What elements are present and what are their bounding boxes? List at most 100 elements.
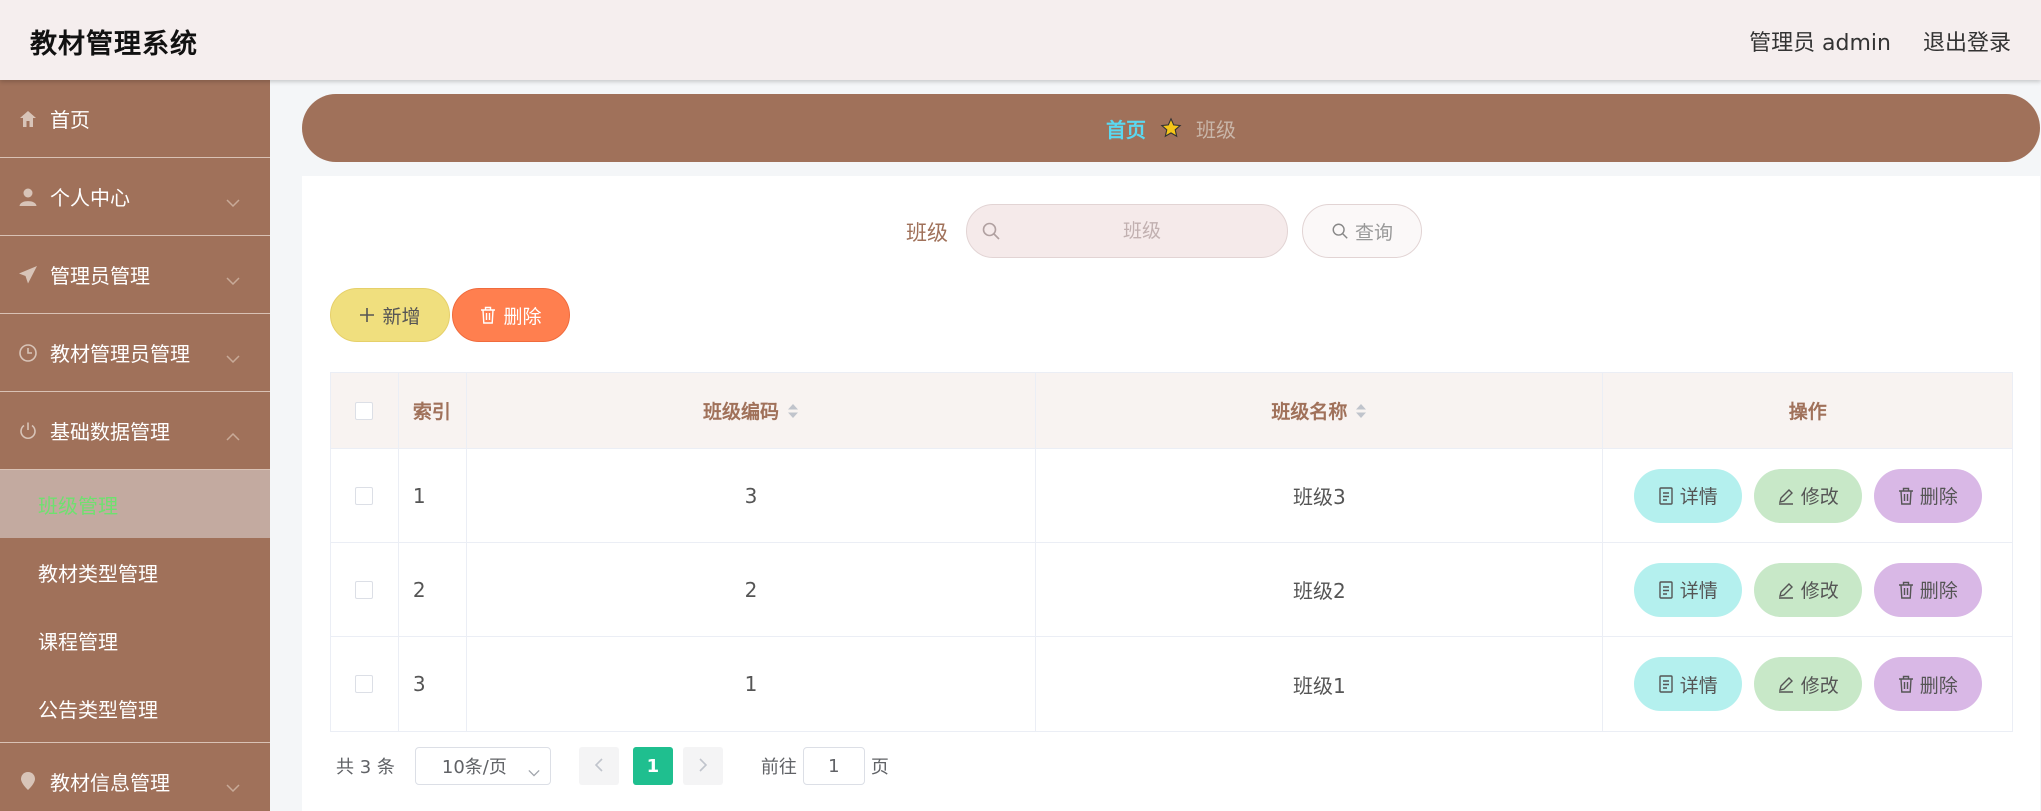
search-box: [966, 204, 1288, 258]
batch-delete-button[interactable]: 删除: [452, 288, 570, 342]
sidebar-item-label: 个人中心: [50, 186, 130, 210]
detail-button[interactable]: 详情: [1633, 468, 1742, 523]
sidebar-subitem-course[interactable]: 课程管理: [0, 606, 270, 674]
trash-icon: [1898, 581, 1914, 599]
add-button[interactable]: 新增: [330, 288, 450, 342]
chevron-down-icon: [226, 773, 240, 797]
row-name: 班级3: [1036, 449, 1604, 542]
edit-button-label: 修改: [1800, 486, 1839, 508]
select-all-checkbox[interactable]: [355, 401, 374, 420]
pagination: 共 3 条 10条/页 1 前往 页: [336, 746, 889, 786]
row-ops: 详情 修改 删除: [1603, 543, 2012, 636]
table-row: 3 1 班级1 详情 修改 删除: [331, 637, 2012, 731]
row-ops: 详情 修改 删除: [1603, 449, 2012, 542]
edit-button[interactable]: 修改: [1753, 468, 1862, 523]
sidebar-item-textbook-info[interactable]: 教材信息管理: [0, 742, 270, 811]
table-row: 1 3 班级3 详情 修改 删除: [331, 449, 2012, 543]
chevron-down-icon: [226, 266, 240, 290]
sidebar-subitem-textbook-type[interactable]: 教材类型管理: [0, 538, 270, 606]
trash-icon: [1898, 487, 1914, 505]
chevron-left-icon: [594, 756, 603, 777]
query-button[interactable]: 查询: [1302, 204, 1422, 258]
header-code-label: 班级编码: [703, 401, 780, 423]
delete-button-label: 删除: [1919, 486, 1958, 508]
trash-icon: [1898, 675, 1914, 693]
sidebar-item-admin[interactable]: 管理员管理: [0, 236, 270, 314]
class-table: 索引 班级编码 班级名称 操作 1 3 班级3 详情 修改 删除 2 2 班级2…: [330, 372, 2013, 732]
pencil-icon: [1777, 675, 1795, 693]
user-icon: [16, 185, 40, 209]
sidebar: 首页 个人中心 管理员管理 教材管理员管理 基础数据管理 班级管理 教材类型管理…: [0, 80, 270, 811]
row-index: 2: [399, 543, 467, 636]
row-code: 2: [467, 543, 1037, 636]
sidebar-item-base-data[interactable]: 基础数据管理: [0, 392, 270, 470]
chevron-up-icon: [226, 422, 240, 446]
row-checkbox[interactable]: [355, 486, 374, 505]
chevron-down-icon: [226, 344, 240, 368]
detail-button-label: 详情: [1679, 486, 1718, 508]
delete-button[interactable]: 删除: [1873, 468, 1982, 523]
query-button-label: 查询: [1354, 221, 1393, 244]
sidebar-item-textbook-admin[interactable]: 教材管理员管理: [0, 314, 270, 392]
sidebar-item-home[interactable]: 首页: [0, 80, 270, 158]
sidebar-subitem-notice-type[interactable]: 公告类型管理: [0, 674, 270, 742]
detail-button[interactable]: 详情: [1633, 657, 1742, 711]
sort-icon[interactable]: [1355, 402, 1367, 420]
sidebar-item-label: 管理员管理: [50, 264, 150, 288]
breadcrumb-home[interactable]: 首页: [1106, 114, 1146, 143]
sidebar-item-label: 教材信息管理: [50, 770, 170, 795]
pencil-icon: [1777, 487, 1795, 505]
sidebar-item-label: 首页: [50, 108, 90, 132]
page-size-select[interactable]: 10条/页: [414, 747, 551, 785]
sidebar-item-profile[interactable]: 个人中心: [0, 158, 270, 236]
sidebar-item-label: 基础数据管理: [50, 420, 170, 444]
row-checkbox[interactable]: [355, 580, 374, 599]
row-select-cell: [331, 637, 399, 731]
logout-link[interactable]: 退出登录: [1923, 25, 2011, 57]
clock-icon: [16, 341, 40, 365]
batch-delete-label: 删除: [503, 305, 542, 328]
detail-button[interactable]: 详情: [1633, 562, 1742, 617]
add-button-label: 新增: [382, 305, 421, 328]
search-row: 班级 查询: [302, 204, 2040, 258]
top-header: 教材管理系统 管理员 admin 退出登录: [0, 0, 2041, 80]
base-data-submenu: 班级管理 教材类型管理 课程管理 公告类型管理: [0, 470, 270, 742]
goto-page-input[interactable]: [802, 747, 865, 785]
row-ops: 详情 修改 删除: [1603, 637, 2012, 731]
row-checkbox[interactable]: [355, 675, 374, 693]
header-select-cell: [331, 373, 399, 448]
search-icon: [981, 221, 1001, 245]
edit-button[interactable]: 修改: [1753, 562, 1862, 617]
header-ops: 操作: [1788, 401, 1827, 423]
search-label: 班级: [906, 221, 948, 245]
plus-icon: [359, 307, 375, 323]
pencil-icon: [1777, 581, 1795, 599]
search-input[interactable]: [1007, 205, 1277, 257]
page-number-active[interactable]: 1: [632, 747, 673, 785]
edit-button-label: 修改: [1800, 580, 1839, 602]
chevron-down-icon: [528, 761, 540, 782]
send-icon: [16, 263, 40, 287]
power-icon: [16, 419, 40, 443]
sidebar-subitem-class[interactable]: 班级管理: [0, 470, 270, 538]
detail-button-label: 详情: [1679, 580, 1718, 602]
detail-button-label: 详情: [1679, 674, 1718, 697]
prev-page-button[interactable]: [578, 747, 619, 785]
header-code[interactable]: 班级编码: [467, 373, 1037, 448]
delete-button[interactable]: 删除: [1873, 562, 1982, 617]
sort-icon[interactable]: [787, 402, 799, 420]
next-page-button[interactable]: [682, 747, 723, 785]
delete-button[interactable]: 删除: [1873, 657, 1982, 711]
edit-button-label: 修改: [1800, 674, 1839, 697]
edit-button[interactable]: 修改: [1753, 657, 1862, 711]
sidebar-item-label: 教材管理员管理: [50, 342, 190, 366]
search-icon: [1331, 222, 1349, 240]
row-name: 班级1: [1036, 637, 1604, 731]
breadcrumb: 首页 班级: [302, 94, 2040, 162]
table-header: 索引 班级编码 班级名称 操作: [331, 373, 2012, 449]
goto-prefix: 前往: [760, 757, 797, 778]
row-select-cell: [331, 449, 399, 542]
app-title: 教材管理系统: [30, 29, 198, 60]
current-user: 管理员 admin: [1749, 31, 1891, 56]
header-name[interactable]: 班级名称: [1036, 373, 1604, 448]
